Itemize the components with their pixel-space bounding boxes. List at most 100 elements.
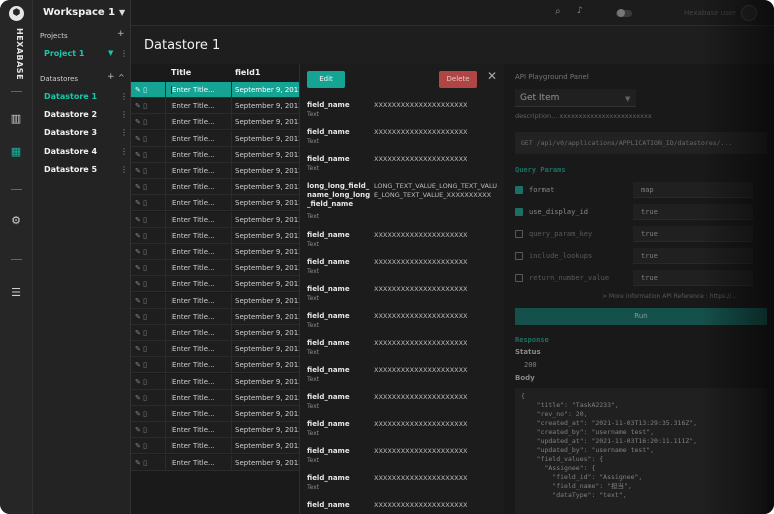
trash-icon[interactable]: ▯ [143,118,147,126]
user-name[interactable]: Hexabase user [684,9,736,17]
pencil-icon[interactable]: ✎ [135,378,141,386]
table-row[interactable]: ✎ ▯ Enter Title... September 9, 2013 [131,260,299,277]
cell-field1[interactable]: September 9, 2013 [235,151,299,159]
param-checkbox[interactable] [515,186,523,194]
pencil-icon[interactable]: ✎ [135,313,141,321]
pencil-icon[interactable]: ✎ [135,442,141,450]
table-row[interactable]: ✎ ▯ Enter Title... September 9, 2013 [131,227,299,244]
table-row[interactable]: ✎ ▯ Enter Title... September 9, 2013 [131,373,299,390]
cell-title[interactable]: Enter Title... [171,150,231,159]
trash-icon[interactable]: ▯ [143,280,147,288]
table-row[interactable]: ✎ ▯ Enter Title... September 9, 2013 [131,422,299,439]
pencil-icon[interactable]: ✎ [135,135,141,143]
delete-button[interactable]: Delete [439,71,477,88]
api-method-select[interactable]: Get Item [515,89,636,107]
param-checkbox[interactable] [515,208,523,216]
trash-icon[interactable]: ▯ [143,86,147,94]
search-icon[interactable]: ⌕ [555,6,561,17]
column-header-title[interactable]: Title [171,68,191,77]
table-row[interactable]: ✎ ▯ Enter Title... September 9, 2013 [131,179,299,196]
table-row[interactable]: ✎ ▯ Enter Title... September 9, 2013 [131,341,299,358]
cell-field1[interactable]: September 9, 2013 [235,426,299,434]
cell-field1[interactable]: September 9, 2013 [235,313,299,321]
param-value-input[interactable]: true [633,248,753,264]
trash-icon[interactable]: ▯ [143,297,147,305]
close-icon[interactable]: ✕ [487,69,497,83]
cell-field1[interactable]: September 9, 2013 [235,329,299,337]
trash-icon[interactable]: ▯ [143,167,147,175]
cell-title[interactable]: Enter Title... [171,183,231,192]
pencil-icon[interactable]: ✎ [135,297,141,305]
table-row[interactable]: ✎ ▯ Enter Title... September 9, 2013 [131,276,299,293]
trash-icon[interactable]: ▯ [143,361,147,369]
param-checkbox[interactable] [515,252,523,260]
search-list-icon[interactable]: ☰ [9,286,23,300]
cell-title[interactable]: Enter Title... [171,442,231,451]
cell-title[interactable]: Enter Title... [171,312,231,321]
pencil-icon[interactable]: ✎ [135,345,141,353]
table-row[interactable]: ✎ ▯ Enter Title... September 9, 2013 [131,114,299,131]
pencil-icon[interactable]: ✎ [135,426,141,434]
cell-field1[interactable]: September 9, 2013 [235,345,299,353]
cell-field1[interactable]: September 9, 2013 [235,442,299,450]
pencil-icon[interactable]: ✎ [135,264,141,272]
trash-icon[interactable]: ▯ [143,394,147,402]
table-row[interactable]: ✎ ▯ Enter Title... September 9, 2013 [131,244,299,260]
cell-title[interactable]: Enter Title... [171,264,231,273]
robot-icon[interactable]: ⚙ [9,214,23,228]
pencil-icon[interactable]: ✎ [135,151,141,159]
sidebar-item-datastore-5[interactable]: Datastore 5 [44,165,97,174]
cell-field1[interactable]: September 9, 2013 [235,232,299,240]
table-row[interactable]: ✎ ▯ Enter Title... September 9, 2013 [131,292,299,309]
trash-icon[interactable]: ▯ [143,329,147,337]
bell-icon[interactable]: ♪ [577,6,583,16]
cell-field1[interactable]: September 9, 2013 [235,216,299,224]
table-row[interactable]: ✎ ▯ Enter Title... September 9, 2013 [131,163,299,179]
table-row[interactable]: ✎ ▯ Enter Title... September 9, 2013 [131,438,299,455]
column-header-field1[interactable]: field1 [235,68,260,77]
edit-button[interactable]: Edit [307,71,345,88]
param-checkbox[interactable] [515,230,523,238]
sidebar-item-datastore-2[interactable]: Datastore 2 [44,110,97,119]
param-value-input[interactable]: true [633,226,753,242]
cell-field1[interactable]: September 9, 2013 [235,361,299,369]
table-row[interactable]: ✎ ▯ Enter Title... September 9, 2013 [131,325,299,341]
param-value-input[interactable]: map [633,182,753,198]
kebab-menu-icon[interactable]: ⋮ [120,165,128,174]
trash-icon[interactable]: ▯ [143,442,147,450]
cell-field1[interactable]: September 9, 2013 [235,410,299,418]
pencil-icon[interactable]: ✎ [135,394,141,402]
kebab-menu-icon[interactable]: ⋮ [120,92,128,101]
cell-title[interactable]: Enter Title... [171,231,231,240]
pencil-icon[interactable]: ✎ [135,410,141,418]
trash-icon[interactable]: ▯ [143,426,147,434]
cell-field1[interactable]: September 9, 2013 [235,264,299,272]
sidebar-item-datastore-1[interactable]: Datastore 1 [44,92,97,101]
cell-title[interactable]: Enter Title... [171,377,231,386]
cell-field1[interactable]: September 9, 2013 [235,394,299,402]
trash-icon[interactable]: ▯ [143,135,147,143]
cell-title[interactable]: Enter Title... [171,118,231,127]
cell-title[interactable]: Enter Title... [171,393,231,402]
pencil-icon[interactable]: ✎ [135,459,141,467]
trash-icon[interactable]: ▯ [143,183,147,191]
pencil-icon[interactable]: ✎ [135,329,141,337]
table-row[interactable]: ✎ ▯ Enter Title... September 9, 2013 [131,357,299,374]
table-row[interactable]: ✎ ▯ Enter Title... September 9, 2013 [131,195,299,212]
cell-field1[interactable]: September 9, 2013 [235,118,299,126]
pencil-icon[interactable]: ✎ [135,361,141,369]
cell-title[interactable]: Enter Title... [171,426,231,435]
trash-icon[interactable]: ▯ [143,232,147,240]
table-row[interactable]: ✎ ▯ Enter Title... September 9, 2013 [131,211,299,228]
param-value-input[interactable]: true [633,270,753,286]
trash-icon[interactable]: ▯ [143,216,147,224]
chevron-down-icon[interactable]: ▼ [625,95,630,103]
collapse-icon[interactable]: ^ [118,73,125,82]
trash-icon[interactable]: ▯ [143,410,147,418]
pencil-icon[interactable]: ✎ [135,232,141,240]
trash-icon[interactable]: ▯ [143,459,147,467]
cell-field1[interactable]: September 9, 2013 [235,183,299,191]
trash-icon[interactable]: ▯ [143,151,147,159]
cell-field1[interactable]: September 9, 2013 [235,280,299,288]
trash-icon[interactable]: ▯ [143,345,147,353]
